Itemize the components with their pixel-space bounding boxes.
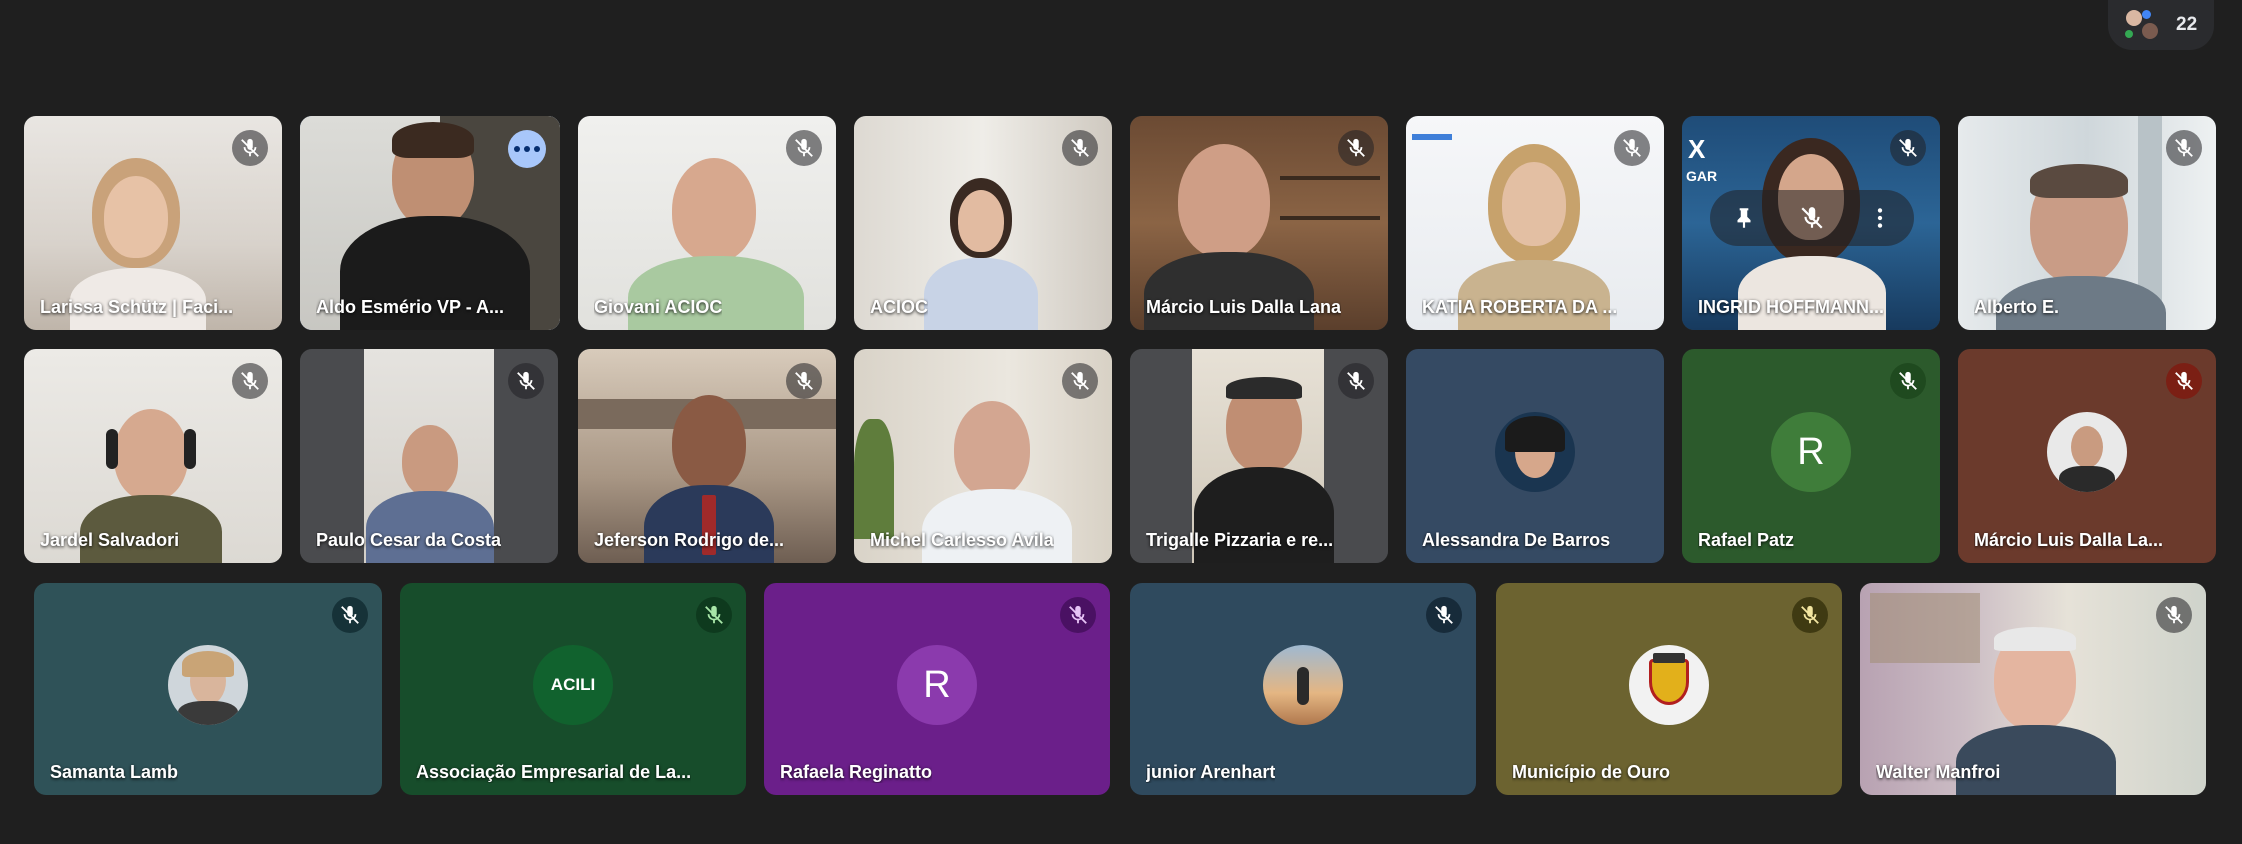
organization-logo: ACILI (550, 675, 596, 694)
participant-tile[interactable]: Alberto E. (1958, 116, 2216, 330)
participant-tile[interactable]: Michel Carlesso Avila (854, 349, 1112, 563)
participant-name: KATIA ROBERTA DA ... (1422, 297, 1618, 317)
mic-off-icon (2166, 130, 2202, 166)
participant-name: Jardel Salvadori (40, 530, 180, 550)
participant-name: Walter Manfroi (1876, 762, 2001, 782)
participant-tile[interactable]: Larissa Schütz | Faci... (24, 116, 282, 330)
participant-avatars-icon (2122, 7, 2166, 43)
participant-tile[interactable]: Município de Ouro (1496, 583, 1842, 795)
mic-off-icon (1426, 597, 1462, 633)
participant-name: Município de Ouro (1512, 762, 1670, 782)
participants-count: 22 (2176, 14, 2198, 35)
participant-name: ACIOC (870, 297, 928, 317)
mic-off-icon (1338, 363, 1374, 399)
participant-name: Giovani ACIOC (594, 297, 723, 317)
participant-name: Jeferson Rodrigo de... (594, 530, 785, 550)
participant-name: Márcio Luis Dalla La... (1974, 530, 2164, 550)
participant-tile[interactable]: ACIOC (854, 116, 1112, 330)
participant-name: Associação Empresarial de La... (416, 762, 692, 782)
mic-off-icon (786, 363, 822, 399)
mic-off-icon (232, 130, 268, 166)
avatar: R (1771, 412, 1851, 492)
avatar: ACILI (533, 645, 613, 725)
participant-tile[interactable]: Samanta Lamb (34, 583, 382, 795)
participant-tile[interactable]: Márcio Luis Dalla Lana (1130, 116, 1388, 330)
participant-name: junior Arenhart (1146, 762, 1276, 782)
participant-tile[interactable]: R Rafaela Reginatto (764, 583, 1110, 795)
participant-name: Alberto E. (1974, 297, 2060, 317)
participant-tile[interactable]: KATIA ROBERTA DA ... (1406, 116, 1664, 330)
participant-tile[interactable]: Alessandra De Barros (1406, 349, 1664, 563)
mic-off-icon (2156, 597, 2192, 633)
avatar (1263, 645, 1343, 725)
mic-off-icon (1792, 597, 1828, 633)
participant-name: Trigalle Pizzaria e re... (1146, 530, 1334, 550)
participant-tile-active[interactable]: Aldo Esmério VP - A... (300, 116, 560, 330)
participant-name: Samanta Lamb (50, 762, 179, 782)
mute-icon[interactable] (1799, 205, 1825, 231)
mic-off-icon (1062, 130, 1098, 166)
participant-name: Márcio Luis Dalla Lana (1146, 297, 1342, 317)
mic-off-icon (232, 363, 268, 399)
participant-tile[interactable]: ACILI Associação Empresarial de La... (400, 583, 746, 795)
mic-off-icon (1062, 363, 1098, 399)
mic-off-icon (1890, 130, 1926, 166)
mic-off-icon (508, 363, 544, 399)
meeting-grid: 22 Larissa Schütz | Faci... Aldo Esmério… (0, 0, 2242, 844)
mic-off-icon (332, 597, 368, 633)
avatar (168, 645, 248, 725)
mic-off-icon (786, 130, 822, 166)
participant-tile[interactable]: Márcio Luis Dalla La... (1958, 349, 2216, 563)
mic-off-icon (1338, 130, 1374, 166)
participant-name: Larissa Schütz | Faci... (40, 297, 234, 317)
mic-off-icon (1614, 130, 1650, 166)
avatar (1495, 412, 1575, 492)
participant-tile[interactable]: Jeferson Rodrigo de... (578, 349, 836, 563)
participant-name: Michel Carlesso Avila (870, 530, 1054, 550)
mic-off-icon (2166, 363, 2202, 399)
pin-icon[interactable] (1731, 205, 1757, 231)
participant-name: Alessandra De Barros (1422, 530, 1611, 550)
participant-tile[interactable]: Paulo Cesar da Costa (300, 349, 558, 563)
participant-tile[interactable]: Trigalle Pizzaria e re... (1130, 349, 1388, 563)
participant-tile[interactable]: Jardel Salvadori (24, 349, 282, 563)
participant-name: Rafaela Reginatto (780, 762, 933, 782)
mic-off-icon (1060, 597, 1096, 633)
background-logo-text: GAR (1686, 168, 1718, 184)
tile-hover-controls (1710, 190, 1914, 246)
mic-off-icon (696, 597, 732, 633)
more-options-button[interactable] (508, 130, 546, 168)
mic-off-icon (1890, 363, 1926, 399)
participant-name: Paulo Cesar da Costa (316, 530, 502, 550)
avatar (2047, 412, 2127, 492)
participant-name: Aldo Esmério VP - A... (316, 297, 505, 317)
participant-name: Rafael Patz (1698, 530, 1795, 550)
avatar: R (897, 645, 977, 725)
background-logo-text: X (1688, 134, 1706, 164)
participant-tile[interactable]: R Rafael Patz (1682, 349, 1940, 563)
participant-tile[interactable]: junior Arenhart (1130, 583, 1476, 795)
avatar (1629, 645, 1709, 725)
participant-tile[interactable]: Giovani ACIOC (578, 116, 836, 330)
participants-button[interactable]: 22 (2108, 0, 2214, 50)
participant-tile-hovered[interactable]: X GAR INGRID HOFFMANN... (1682, 116, 1940, 330)
participant-tile[interactable]: Walter Manfroi (1860, 583, 2206, 795)
more-vert-icon[interactable] (1867, 205, 1893, 231)
participant-name: INGRID HOFFMANN... (1698, 297, 1884, 317)
